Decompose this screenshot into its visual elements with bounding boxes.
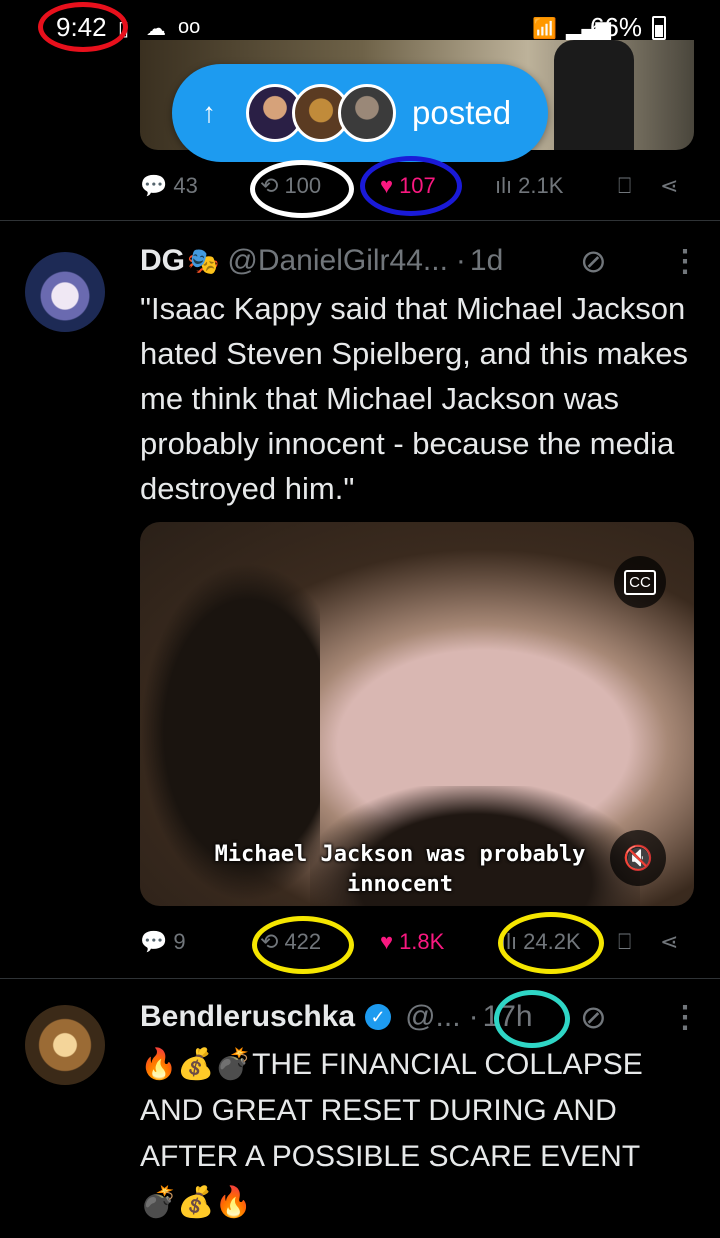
repost-icon: ⟲	[260, 929, 279, 954]
reply-button[interactable]: 💬 43	[140, 173, 198, 199]
divider	[0, 978, 720, 979]
display-name[interactable]: Bendleruschka	[140, 1000, 355, 1034]
video-player[interactable]: CC Michael Jackson was probably innocent…	[140, 522, 694, 906]
timestamp[interactable]: 17h	[483, 1000, 533, 1034]
divider	[0, 220, 720, 221]
posted-avatars	[246, 84, 396, 142]
repost-button[interactable]: ⟲ 422	[260, 929, 321, 955]
wifi-icon: 📶	[532, 18, 557, 40]
verified-icon: ✓	[365, 1004, 392, 1030]
repost-count: 100	[284, 173, 322, 198]
views-button[interactable]: ılı 2.1K	[495, 173, 563, 199]
grok-icon[interactable]: ⊘	[580, 242, 607, 280]
share-button[interactable]: ⋖	[660, 173, 684, 199]
display-name[interactable]: DG	[140, 244, 185, 278]
bookmark-button[interactable]: ⎕	[618, 929, 637, 955]
battery-percent: 66%	[589, 12, 642, 42]
cc-icon: CC	[624, 569, 656, 595]
views-icon: ılı	[500, 929, 518, 954]
like-button[interactable]: ♥ 1.8K	[380, 929, 444, 955]
reply-icon: 💬	[140, 173, 168, 198]
new-posts-banner[interactable]: ↑ posted	[172, 64, 548, 162]
video-caption: Michael Jackson was probably innocent	[214, 842, 586, 897]
bookmark-button[interactable]: ⎕	[618, 173, 637, 199]
handle[interactable]: @DanielGilr44...	[227, 244, 448, 278]
tweet-header: DG 🎭 @DanielGilr44... · 1d	[140, 244, 503, 278]
reply-count: 9	[173, 929, 186, 954]
more-icon[interactable]: ⋮	[670, 244, 700, 279]
tweet-text: 🔥💰💣THE FINANCIAL COLLAPSE AND GREAT RESE…	[140, 1042, 700, 1226]
share-button[interactable]: ⋖	[660, 929, 684, 955]
emoji-prefix: 🔥💰💣	[140, 1048, 253, 1081]
repost-icon: ⟲	[260, 173, 279, 198]
bookmark-icon: ⎕	[618, 929, 632, 954]
reply-button[interactable]: 💬 9	[140, 929, 186, 955]
name-emoji: 🎭	[187, 245, 220, 276]
share-icon: ⋖	[660, 173, 679, 198]
avatar	[338, 84, 396, 142]
grok-icon[interactable]: ⊘	[580, 998, 607, 1036]
like-count: 1.8K	[399, 929, 445, 954]
bookmark-icon: ⎕	[618, 173, 632, 198]
cc-button[interactable]: CC	[614, 556, 666, 608]
tweet-header: Bendleruschka ✓ @... · 17h	[140, 1000, 533, 1034]
tweet-actions: 💬 9 ⟲ 422 ♥ 1.8K ılı 24.2K ⎕ ⋖	[140, 922, 700, 962]
handle[interactable]: @...	[405, 1000, 460, 1034]
repost-button[interactable]: ⟲ 100	[260, 173, 321, 199]
reply-icon: 💬	[140, 929, 168, 954]
timestamp[interactable]: 1d	[470, 244, 503, 278]
arrow-up-icon: ↑	[202, 97, 216, 128]
views-button[interactable]: ılı 24.2K	[500, 929, 581, 955]
battery-icon	[652, 16, 666, 40]
emoji-suffix: 💣💰🔥	[140, 1186, 253, 1219]
avatar[interactable]	[25, 1005, 105, 1085]
voicemail-icon: oo	[178, 16, 201, 38]
separator-dot: ·	[468, 1000, 479, 1033]
mute-icon: 🔇	[623, 844, 653, 872]
views-icon: ılı	[495, 173, 513, 198]
mute-button[interactable]: 🔇	[610, 830, 666, 886]
previous-post-actions: 💬 43 ⟲ 100 ♥ 107 ılı 2.1K ⎕ ⋖	[140, 166, 700, 206]
views-count: 2.1K	[518, 173, 564, 198]
share-icon: ⋖	[660, 929, 679, 954]
views-count: 24.2K	[523, 929, 581, 954]
like-count: 107	[399, 173, 436, 198]
like-button[interactable]: ♥ 107	[380, 173, 436, 199]
repost-count: 422	[284, 929, 322, 954]
more-icon[interactable]: ⋮	[670, 1000, 700, 1035]
notification-icon: ▯	[118, 18, 130, 40]
heart-icon: ♥	[380, 173, 394, 198]
cloud-icon: ☁	[146, 18, 166, 40]
posted-label: posted	[412, 94, 512, 131]
status-time: 9:42	[56, 12, 107, 42]
avatar[interactable]	[25, 252, 105, 332]
separator-dot: ·	[455, 244, 466, 277]
reply-count: 43	[173, 173, 198, 198]
heart-icon: ♥	[380, 929, 394, 954]
tweet-text: "Isaac Kappy said that Michael Jackson h…	[140, 291, 689, 506]
